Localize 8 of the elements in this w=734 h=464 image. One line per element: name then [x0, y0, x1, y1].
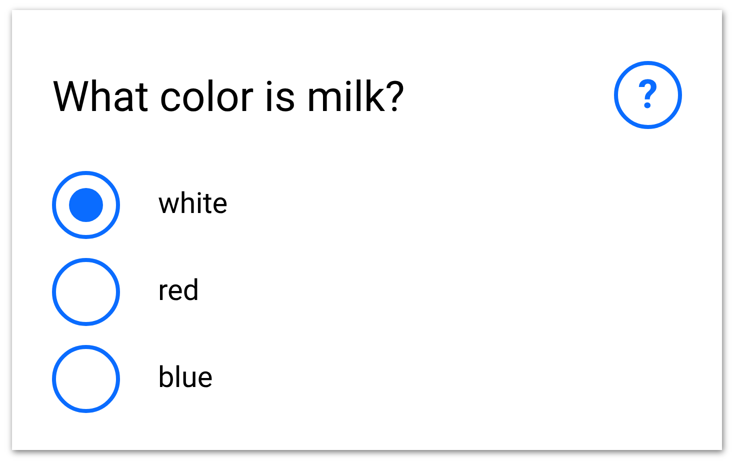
option-label: red: [158, 273, 200, 310]
help-button[interactable]: ?: [614, 61, 682, 129]
question-title: What color is milk?: [52, 72, 405, 124]
option-label: white: [158, 186, 228, 224]
option-label: blue: [158, 360, 213, 398]
radio-button[interactable]: [52, 258, 120, 326]
radio-button[interactable]: [52, 345, 120, 413]
radio-button[interactable]: [52, 171, 120, 239]
